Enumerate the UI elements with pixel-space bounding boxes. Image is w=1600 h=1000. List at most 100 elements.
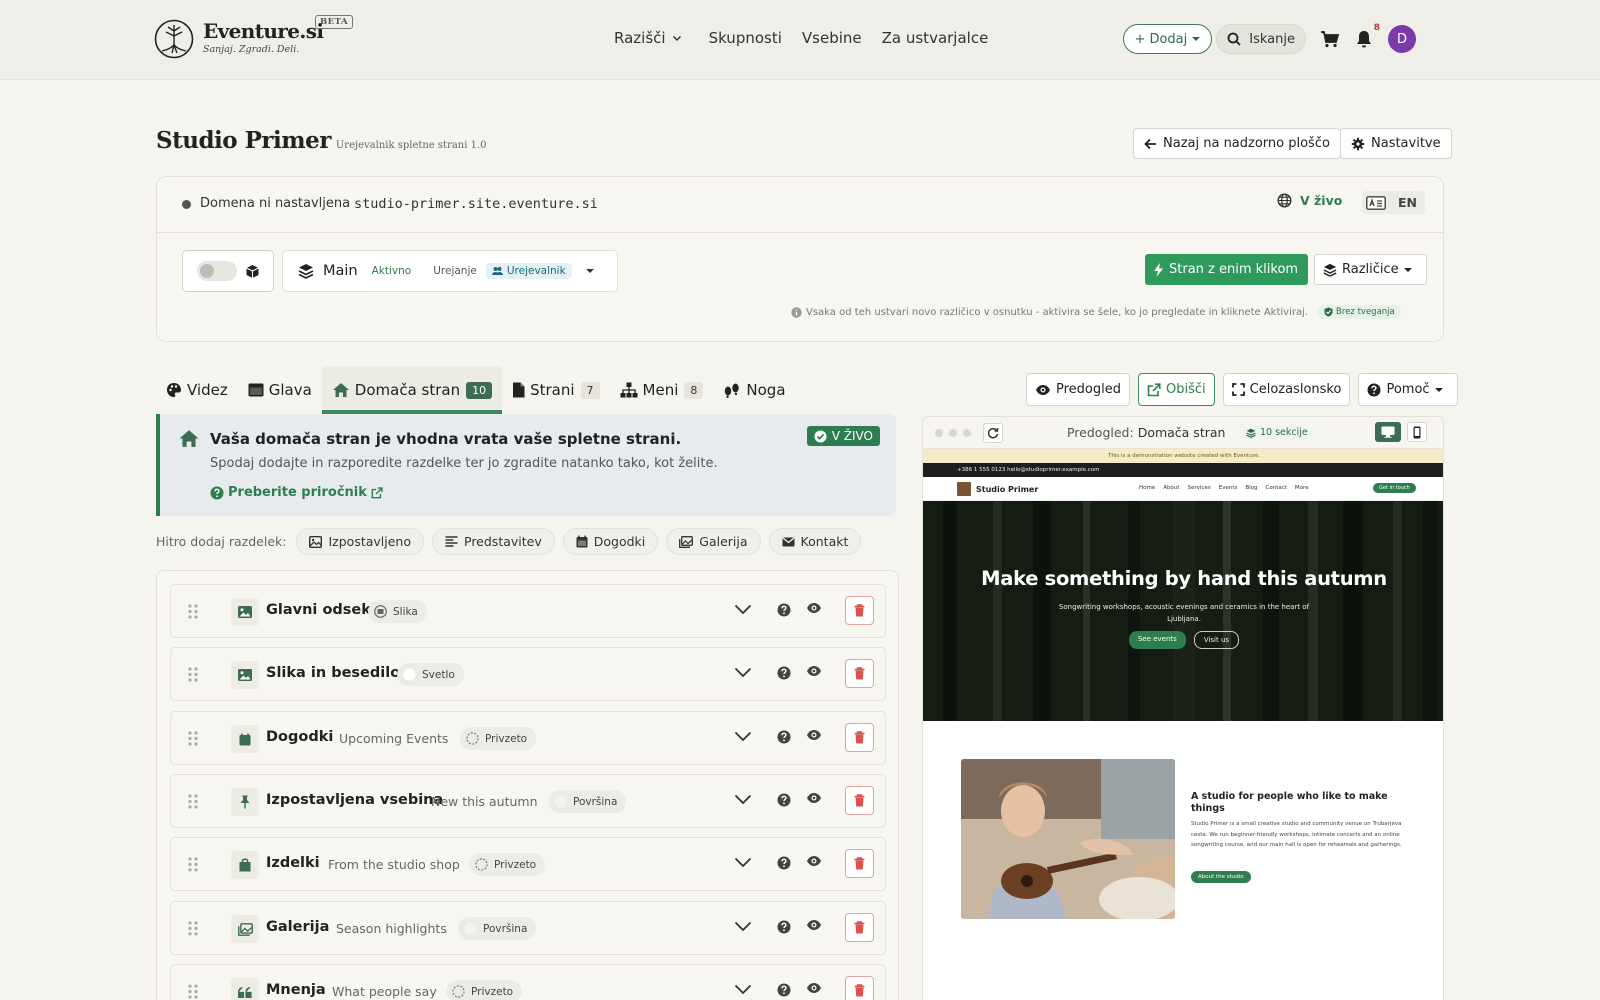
help-dropdown[interactable]: Pomoč: [1358, 373, 1458, 406]
eye-icon[interactable]: [806, 919, 822, 931]
add-button[interactable]: + Dodaj: [1123, 24, 1213, 54]
drag-handle-icon[interactable]: [188, 857, 198, 872]
nav-content[interactable]: Vsebine: [802, 29, 862, 47]
section-row[interactable]: Dogodki Upcoming Events Privzeto: [170, 711, 886, 765]
section-row[interactable]: Galerija Season highlights Površina: [170, 901, 886, 955]
back-to-dashboard-button[interactable]: Nazaj na nadzorno ploščo: [1133, 128, 1341, 159]
settings-button[interactable]: Nastavitve: [1340, 128, 1452, 159]
quick-add-bar: Hitro dodaj razdelek: Izpostavljeno Pred…: [156, 528, 869, 555]
question-circle-icon[interactable]: [777, 730, 791, 744]
section-style-label: Slika: [393, 605, 418, 618]
delete-button[interactable]: [845, 596, 874, 625]
question-circle-icon[interactable]: [777, 983, 791, 997]
question-circle-icon[interactable]: [777, 666, 791, 680]
expand-icon: [1231, 383, 1245, 396]
mode-toggle-box[interactable]: [182, 250, 274, 292]
section-row[interactable]: Mnenja What people say Privzeto: [170, 964, 886, 1000]
tab-menu[interactable]: Meni 8: [610, 366, 714, 414]
quick-add-featured[interactable]: Izpostavljeno: [296, 528, 424, 555]
drag-handle-icon[interactable]: [188, 604, 198, 619]
drag-handle-icon[interactable]: [188, 794, 198, 809]
caret-down-icon: [1192, 37, 1201, 41]
section-row[interactable]: Glavni odsek Slika: [170, 584, 886, 638]
eye-icon[interactable]: [806, 792, 822, 804]
cart-icon[interactable]: [1320, 29, 1340, 49]
drag-handle-icon[interactable]: [188, 731, 198, 746]
question-circle-icon[interactable]: [777, 856, 791, 870]
delete-button[interactable]: [845, 723, 874, 752]
question-circle-icon[interactable]: [777, 920, 791, 934]
section-style-badge: Privzeto: [446, 980, 523, 1000]
section-row[interactable]: Izdelki From the studio shop Privzeto: [170, 837, 886, 891]
notifications-button[interactable]: 8: [1354, 23, 1380, 49]
chevron-down-icon[interactable]: [734, 793, 752, 805]
one-click-site-button[interactable]: Stran z enim klikom: [1145, 254, 1309, 285]
visit-button[interactable]: Obišči: [1138, 373, 1215, 406]
live-site-link[interactable]: V živo: [1277, 193, 1342, 208]
chevron-down-icon[interactable]: [734, 603, 752, 615]
chevron-down-icon[interactable]: [734, 983, 752, 995]
nav-creators[interactable]: Za ustvarjalce: [882, 29, 989, 47]
guide-link[interactable]: Preberite priročnik: [210, 485, 383, 500]
drag-handle-icon[interactable]: [188, 984, 198, 999]
question-circle-icon[interactable]: [777, 603, 791, 617]
nav-explore[interactable]: Razišči: [614, 29, 682, 47]
search-button[interactable]: Iskanje: [1216, 24, 1306, 54]
mode-toggle[interactable]: [197, 261, 237, 281]
section-style-badge: Privzeto: [460, 727, 537, 750]
eye-icon[interactable]: [806, 602, 822, 614]
drag-handle-icon[interactable]: [188, 921, 198, 936]
delete-button[interactable]: [845, 849, 874, 878]
fullscreen-button[interactable]: Celozaslonsko: [1222, 373, 1351, 406]
question-circle-icon[interactable]: [777, 793, 791, 807]
images-icon: [679, 535, 694, 548]
mobile-view-button[interactable]: [1407, 422, 1427, 442]
delete-button[interactable]: [845, 786, 874, 815]
section-row[interactable]: Slika in besedilo Svetlo: [170, 647, 886, 701]
status-editor-label: Urejevalnik: [506, 265, 566, 277]
caret-down-icon: [585, 269, 594, 273]
delete-button[interactable]: [845, 913, 874, 942]
quick-add-contact[interactable]: Kontakt: [768, 528, 862, 555]
chevron-down-icon: [672, 35, 681, 42]
eye-icon[interactable]: [806, 982, 822, 994]
drag-handle-icon[interactable]: [188, 667, 198, 682]
section-style-label: Privzeto: [494, 858, 537, 871]
notice-title: Vaša domača stran je vhodna vrata vaše s…: [210, 430, 682, 448]
branch-selector[interactable]: Main Aktivno Urejanje Urejevalnik: [282, 250, 618, 292]
tab-footer[interactable]: Noga: [713, 366, 795, 414]
section-title: Izpostavljena vsebina: [266, 792, 444, 808]
brand-logo[interactable]: Eventure.si Sanjaj. Zgradi. Deli. BETA: [154, 15, 354, 59]
tab-header[interactable]: Glava: [238, 366, 322, 414]
user-avatar[interactable]: D: [1388, 25, 1416, 53]
quick-add-gallery[interactable]: Galerija: [666, 528, 761, 555]
refresh-icon: [987, 427, 999, 439]
delete-button[interactable]: [845, 976, 874, 1000]
preview-menu-item: Services: [1187, 485, 1211, 491]
section-row[interactable]: Izpostavljena vsebina New this autumn Po…: [170, 774, 886, 828]
eye-icon[interactable]: [806, 729, 822, 741]
chevron-down-icon[interactable]: [734, 856, 752, 868]
quick-add-intro[interactable]: Predstavitev: [432, 528, 555, 555]
delete-button[interactable]: [845, 659, 874, 688]
nav-communities[interactable]: Skupnosti: [709, 29, 782, 47]
eye-icon[interactable]: [806, 665, 822, 677]
preview-site-nav: Studio Primer Home About Services Events…: [923, 477, 1443, 501]
tab-homepage[interactable]: Domača stran 10: [321, 366, 503, 414]
notification-count: 8: [1373, 23, 1380, 33]
versions-dropdown[interactable]: Različice: [1314, 254, 1427, 285]
language-switcher[interactable]: EN: [1362, 191, 1426, 214]
chevron-down-icon[interactable]: [734, 920, 752, 932]
question-circle-icon: [1367, 383, 1381, 396]
tab-appearance[interactable]: Videz: [156, 366, 238, 414]
chevron-down-icon[interactable]: [734, 666, 752, 678]
quick-add-label: Hitro dodaj razdelek:: [156, 534, 287, 549]
desktop-view-button[interactable]: [1375, 422, 1401, 442]
quick-add-events[interactable]: Dogodki: [562, 528, 659, 555]
reload-button[interactable]: [983, 423, 1003, 443]
eye-icon[interactable]: [806, 855, 822, 867]
preview-button[interactable]: Predogled: [1026, 373, 1130, 406]
chevron-down-icon[interactable]: [734, 730, 752, 742]
tab-pages[interactable]: Strani 7: [502, 366, 609, 414]
tab-label: Glava: [268, 381, 312, 399]
